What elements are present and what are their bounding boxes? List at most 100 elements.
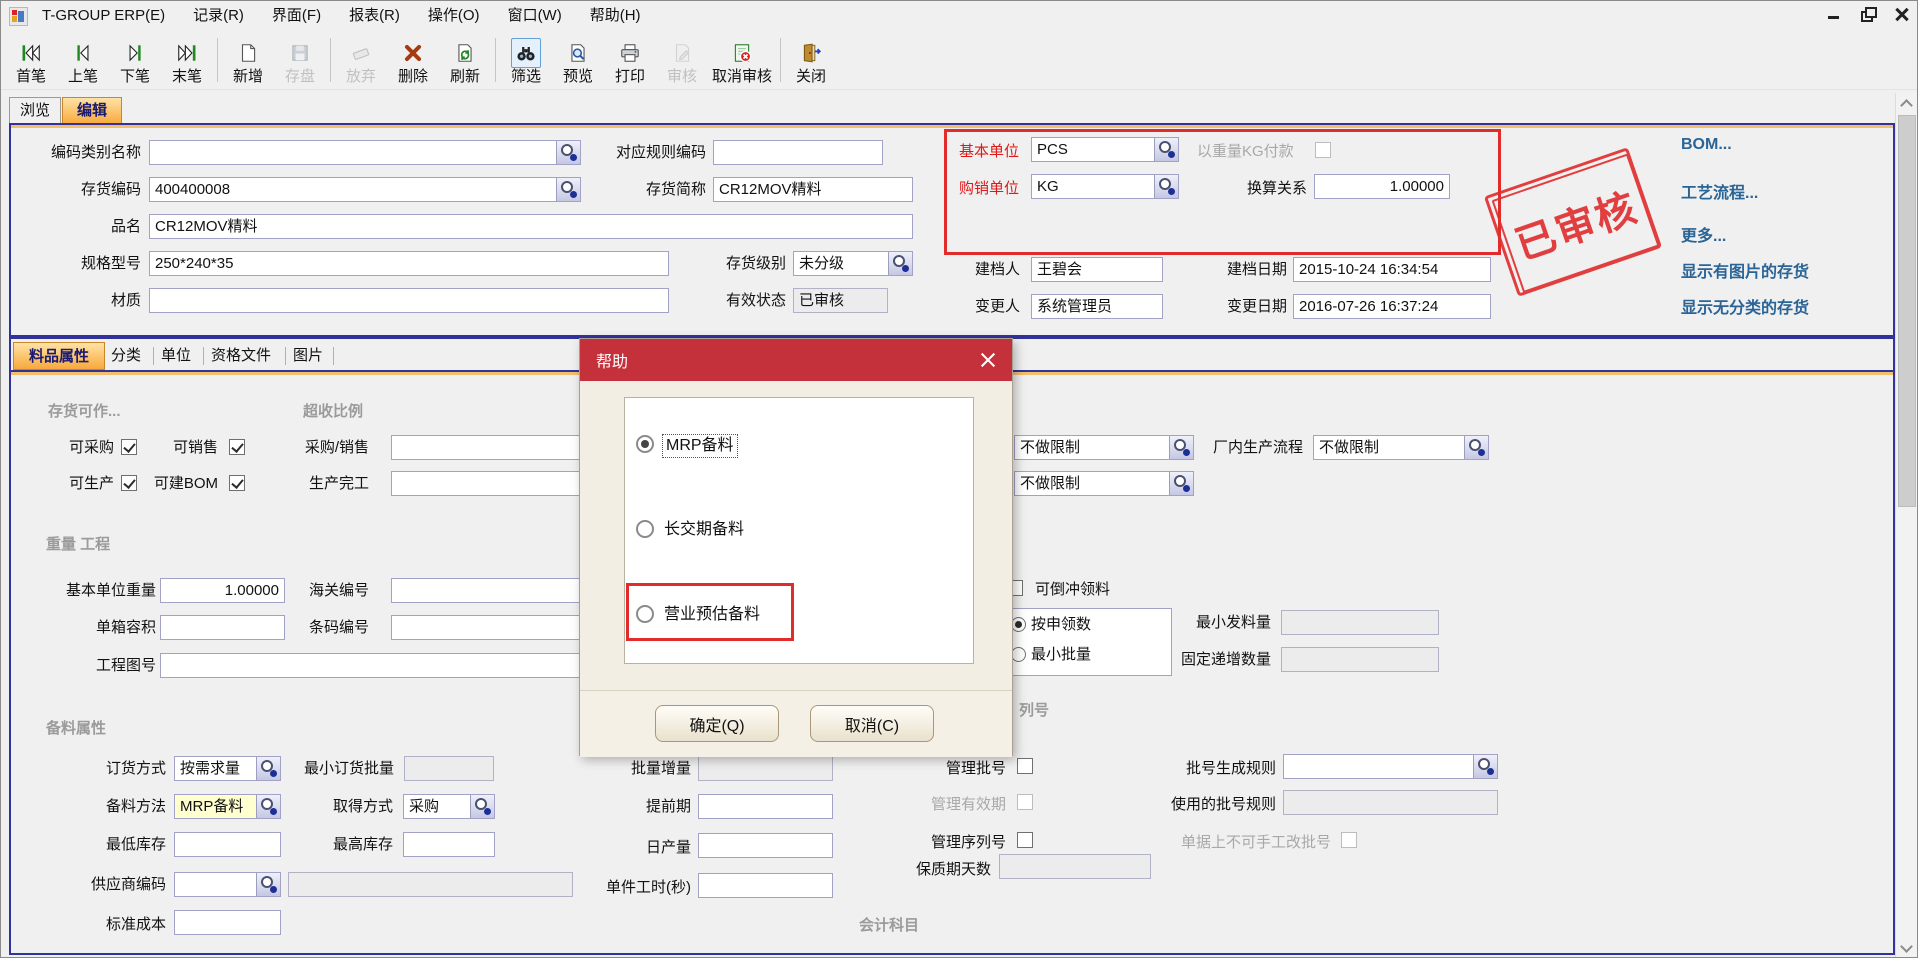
restriction-1-field[interactable]: 不做限制 <box>1014 435 1194 460</box>
long-leadtime-radio[interactable] <box>636 520 654 538</box>
fixed-increment-field <box>1281 647 1439 672</box>
restore-icon[interactable] <box>1859 5 1877 23</box>
show-with-image-link[interactable]: 显示有图片的存货 <box>1681 258 1809 282</box>
lookup-icon[interactable] <box>888 252 912 275</box>
base-unit-weight-field[interactable]: 1.00000 <box>160 578 285 603</box>
prep-method-field[interactable]: MRP备料 <box>174 794 281 819</box>
lookup-icon[interactable] <box>256 873 280 896</box>
lead-time-label: 提前期 <box>614 794 691 819</box>
close-window-icon[interactable] <box>1893 5 1911 23</box>
dialog-title-bar[interactable]: 帮助 <box>580 339 1012 381</box>
lookup-icon[interactable] <box>256 757 280 780</box>
lookup-icon[interactable] <box>1473 755 1497 778</box>
filter-button[interactable]: 筛选 <box>500 36 552 85</box>
std-cost-field[interactable] <box>174 910 281 935</box>
last-record-button[interactable]: 末笔 <box>161 36 213 85</box>
tab-image[interactable]: 图片 <box>293 342 323 370</box>
minimize-icon[interactable] <box>1825 5 1843 23</box>
lookup-icon[interactable] <box>1154 175 1178 198</box>
inv-code-field[interactable]: 400400008 <box>149 177 581 202</box>
lookup-icon[interactable] <box>1154 138 1178 161</box>
new-document-icon <box>233 38 263 68</box>
print-button[interactable]: 打印 <box>604 36 656 85</box>
lookup-icon[interactable] <box>1464 436 1488 459</box>
mrp-prep-label[interactable]: MRP备料 <box>662 434 738 458</box>
mrp-prep-radio[interactable] <box>636 435 654 453</box>
manage-serial-checkbox[interactable] <box>1017 832 1033 848</box>
long-leadtime-label[interactable]: 长交期备料 <box>664 519 744 541</box>
unit-time-field[interactable] <box>698 873 833 898</box>
order-method-field[interactable]: 按需求量 <box>174 756 281 781</box>
menu-help[interactable]: 帮助(H) <box>576 1 655 31</box>
spec-field[interactable]: 250*240*35 <box>149 251 669 276</box>
sales-forecast-radio[interactable] <box>636 605 654 623</box>
next-record-button[interactable]: 下笔 <box>109 36 161 85</box>
supplier-code-field[interactable] <box>174 872 281 897</box>
manage-batch-checkbox[interactable] <box>1017 758 1033 774</box>
box-volume-field[interactable] <box>160 615 285 640</box>
lookup-icon[interactable] <box>256 795 280 818</box>
cancel-button[interactable]: 取消(C) <box>810 705 934 742</box>
box-volume-label: 单箱容积 <box>51 615 156 640</box>
bom-link[interactable]: BOM... <box>1681 136 1732 154</box>
menu-record[interactable]: 记录(R) <box>179 1 258 31</box>
scrollbar-thumb[interactable] <box>1898 115 1916 507</box>
tab-edit[interactable]: 编辑 <box>62 97 122 124</box>
show-unclassified-link[interactable]: 显示无分类的存货 <box>1681 294 1809 318</box>
scroll-up-button[interactable] <box>1896 93 1918 115</box>
tab-browse[interactable]: 浏览 <box>9 97 61 123</box>
menu-report[interactable]: 报表(R) <box>335 1 414 31</box>
material-field[interactable] <box>149 288 669 313</box>
code-category-field[interactable] <box>149 140 581 165</box>
process-flow-link[interactable]: 工艺流程... <box>1681 179 1758 203</box>
conv-ratio-field[interactable]: 1.00000 <box>1314 174 1450 199</box>
batch-rule-field[interactable] <box>1283 754 1498 779</box>
vertical-scrollbar[interactable] <box>1895 93 1917 958</box>
preview-button[interactable]: 预览 <box>552 36 604 85</box>
restriction-2-field[interactable]: 不做限制 <box>1014 471 1194 496</box>
daily-output-field[interactable] <box>698 833 833 858</box>
item-name-field[interactable]: CR12MOV精料 <box>149 214 913 239</box>
inv-level-field[interactable]: 未分级 <box>793 251 913 276</box>
cancel-audit-button[interactable]: 取消审核 <box>708 36 776 85</box>
lookup-icon[interactable] <box>470 795 494 818</box>
menu-app-title[interactable]: T-GROUP ERP(E) <box>28 1 179 31</box>
can-buy-checkbox[interactable] <box>121 439 137 455</box>
rule-code-field[interactable] <box>713 140 883 165</box>
factory-flow-field[interactable]: 不做限制 <box>1313 435 1489 460</box>
menu-operate[interactable]: 操作(O) <box>414 1 494 31</box>
scroll-down-button[interactable] <box>1896 937 1918 958</box>
ok-button[interactable]: 确定(Q) <box>655 705 779 742</box>
delete-button[interactable]: 删除 <box>387 36 439 85</box>
dialog-close-icon[interactable] <box>978 350 998 370</box>
inv-abbr-field[interactable]: CR12MOV精料 <box>713 177 913 202</box>
lead-time-field[interactable] <box>698 794 833 819</box>
more-link[interactable]: 更多... <box>1681 222 1726 246</box>
min-batch-radio[interactable] <box>1011 647 1026 662</box>
tab-classification[interactable]: 分类 <box>111 342 141 370</box>
obtain-method-field[interactable]: 采购 <box>403 794 495 819</box>
lookup-icon[interactable] <box>1169 436 1193 459</box>
lookup-icon[interactable] <box>1169 472 1193 495</box>
tab-unit[interactable]: 单位 <box>161 342 191 370</box>
trade-unit-field[interactable]: KG <box>1031 174 1179 199</box>
drawing-no-field[interactable] <box>160 653 641 678</box>
close-button[interactable]: 关闭 <box>785 36 837 85</box>
menu-interface[interactable]: 界面(F) <box>258 1 335 31</box>
sales-forecast-label[interactable]: 营业预估备料 <box>664 604 760 626</box>
add-button[interactable]: 新增 <box>222 36 274 85</box>
by-request-label: 按申领数 <box>1031 612 1121 637</box>
menu-window[interactable]: 窗口(W) <box>494 1 576 31</box>
first-record-button[interactable]: 首笔 <box>5 36 57 85</box>
can-bom-checkbox[interactable] <box>229 475 245 491</box>
by-request-radio[interactable] <box>1011 617 1026 632</box>
refresh-button[interactable]: 刷新 <box>439 36 491 85</box>
base-unit-field[interactable]: PCS <box>1031 137 1179 162</box>
tab-item-attributes[interactable]: 料品属性 <box>13 342 105 370</box>
tab-qualification-files[interactable]: 资格文件 <box>211 342 271 370</box>
prev-record-button[interactable]: 上笔 <box>57 36 109 85</box>
max-stock-field[interactable] <box>403 832 495 857</box>
can-sell-checkbox[interactable] <box>229 439 245 455</box>
min-stock-field[interactable] <box>174 832 281 857</box>
can-produce-checkbox[interactable] <box>121 475 137 491</box>
